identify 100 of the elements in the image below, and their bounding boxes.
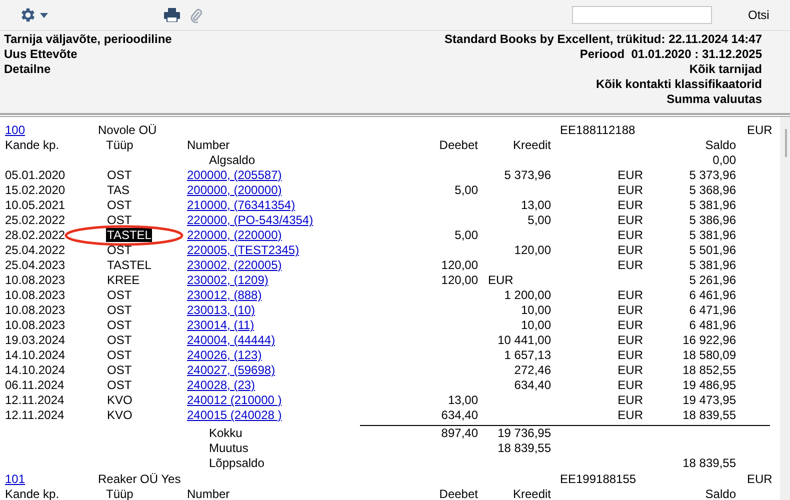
table-cell: 6 481,96 [689, 318, 736, 333]
report-header-text: Summa valuutas [666, 92, 762, 107]
supplier-code-link[interactable]: 101 [5, 472, 26, 486]
table-cell: OST [106, 198, 133, 212]
table-cell: EUR [618, 288, 643, 303]
table-cell: 0,00 [712, 153, 736, 168]
search-field[interactable] [572, 6, 712, 24]
table-cell: 5 381,96 [689, 198, 736, 213]
vat-number: EE188112188 [560, 123, 636, 138]
column-header: Tüüp [106, 138, 134, 153]
paperclip-icon[interactable] [189, 7, 202, 23]
column-header: Saldo [705, 138, 736, 153]
caret-icon [40, 12, 48, 18]
document-link[interactable]: 240015 (240028 ) [187, 408, 282, 422]
document-link[interactable]: 240028, (23) [187, 378, 256, 392]
table-cell: OST [106, 348, 133, 362]
table-cell: EUR [618, 243, 643, 258]
column-header: Kreedit [512, 487, 551, 500]
table-cell: 5 381,96 [689, 258, 736, 273]
table-cell: 10,00 [520, 318, 551, 333]
table-cell: 25.04.2022 [5, 243, 66, 258]
table-cell: EUR [618, 333, 643, 348]
column-header: Kreedit [512, 138, 551, 153]
table-cell: 5,00 [454, 183, 478, 198]
document-link[interactable]: 240027, (59698) [187, 363, 276, 377]
table-cell: OST [106, 213, 133, 227]
document-link[interactable]: 220000, (PO-543/4354) [187, 213, 314, 227]
table-cell: EUR [618, 198, 643, 213]
document-link[interactable]: 230013, (10) [187, 303, 256, 317]
supplier-name: Novole OÜ [98, 123, 158, 138]
table-cell: EUR [618, 303, 643, 318]
vat-number: EE199188155 [560, 472, 638, 487]
scrollbar[interactable] [780, 117, 790, 500]
table-cell: 18 580,09 [682, 348, 736, 363]
document-link[interactable]: 230012, (888) [187, 288, 262, 302]
table-cell: 120,00 [514, 243, 551, 258]
table-cell: 19.03.2024 [5, 333, 66, 348]
table-cell: EUR [618, 168, 643, 183]
document-link[interactable]: 220000, (220000) [187, 228, 282, 242]
table-cell: 25.02.2022 [5, 213, 66, 228]
table-cell: 05.01.2020 [5, 168, 66, 183]
row-label: Muutus [208, 441, 248, 456]
report-header-text: Uus Ettevõte [4, 47, 78, 62]
report-header-text: Detailne [4, 62, 52, 77]
table-cell: 5 261,96 [689, 273, 736, 288]
document-link[interactable]: 230002, (1209) [187, 273, 268, 287]
supplier-code-link[interactable]: 100 [5, 123, 26, 137]
report-header-text: Tarnija väljavõte, perioodiline [4, 32, 172, 47]
document-link[interactable]: 210000, (76341354) [187, 198, 296, 212]
document-link[interactable]: 230002, (220005) [187, 258, 282, 272]
document-link[interactable]: 200000, (200000) [187, 183, 282, 197]
table-cell: 897,40 [441, 426, 478, 441]
table-cell-text: EUR [487, 273, 514, 288]
table-cell: OST [106, 333, 133, 347]
printer-icon[interactable] [164, 8, 180, 22]
report-header-text: Kõik tarnijad [689, 62, 762, 77]
table-cell: 10.08.2023 [5, 318, 66, 333]
table-cell: 19 473,95 [682, 393, 736, 408]
table-cell: 120,00 [441, 258, 478, 273]
document-link[interactable]: 230014, (11) [187, 318, 254, 332]
table-cell: OST [106, 243, 133, 257]
table-cell: 120,00 [441, 273, 478, 288]
table-cell: 634,40 [441, 408, 478, 423]
table-cell: 13,00 [520, 198, 551, 213]
table-cell: KVO [106, 408, 134, 422]
table-cell: 5 368,96 [689, 183, 736, 198]
currency-label: EUR [747, 123, 772, 138]
table-cell: 19 486,95 [682, 378, 736, 393]
table-cell: EUR [618, 213, 643, 228]
table-cell: TASTEL [106, 258, 152, 272]
table-cell: OST [106, 168, 133, 182]
table-cell: 6 471,96 [689, 303, 736, 318]
table-cell: KREE [106, 273, 141, 287]
table-cell: 19 736,95 [498, 426, 551, 441]
currency-label: EUR [747, 472, 772, 487]
table-cell: 10.08.2023 [5, 288, 66, 303]
table-cell: 5,00 [454, 228, 478, 243]
document-link[interactable]: 240004, (44444) [187, 333, 276, 347]
table-cell: EUR [618, 183, 643, 198]
scrollbar-thumb[interactable] [785, 129, 787, 157]
table-cell: TAS [106, 183, 130, 197]
table-cell: 5,00 [528, 213, 551, 228]
document-link[interactable]: 200000, (205587) [187, 168, 282, 182]
report-header-text: Periood 01.01.2020 : 31.12.2025 [580, 47, 762, 62]
document-link[interactable]: 240026, (123) [187, 348, 262, 362]
settings-menu-button[interactable] [19, 6, 48, 24]
table-cell: 5 386,96 [689, 213, 736, 228]
table-cell: OST [106, 318, 133, 332]
table-cell: KVO [106, 393, 134, 407]
row-label: Lõppsaldo [208, 456, 264, 471]
search-button[interactable]: Otsi [742, 6, 776, 24]
table-cell: 06.11.2024 [5, 378, 64, 393]
table-cell: 18 839,55 [682, 456, 736, 471]
table-cell: 1 200,00 [504, 288, 551, 303]
table-cell: 13,00 [448, 393, 478, 408]
table-cell: 5 501,96 [689, 243, 736, 258]
table-cell: 12.11.2024 [5, 408, 64, 423]
document-link[interactable]: 240012 (210000 ) [187, 393, 282, 407]
document-link[interactable]: 220005, (TEST2345) [187, 243, 300, 257]
table-cell: EUR [618, 378, 643, 393]
